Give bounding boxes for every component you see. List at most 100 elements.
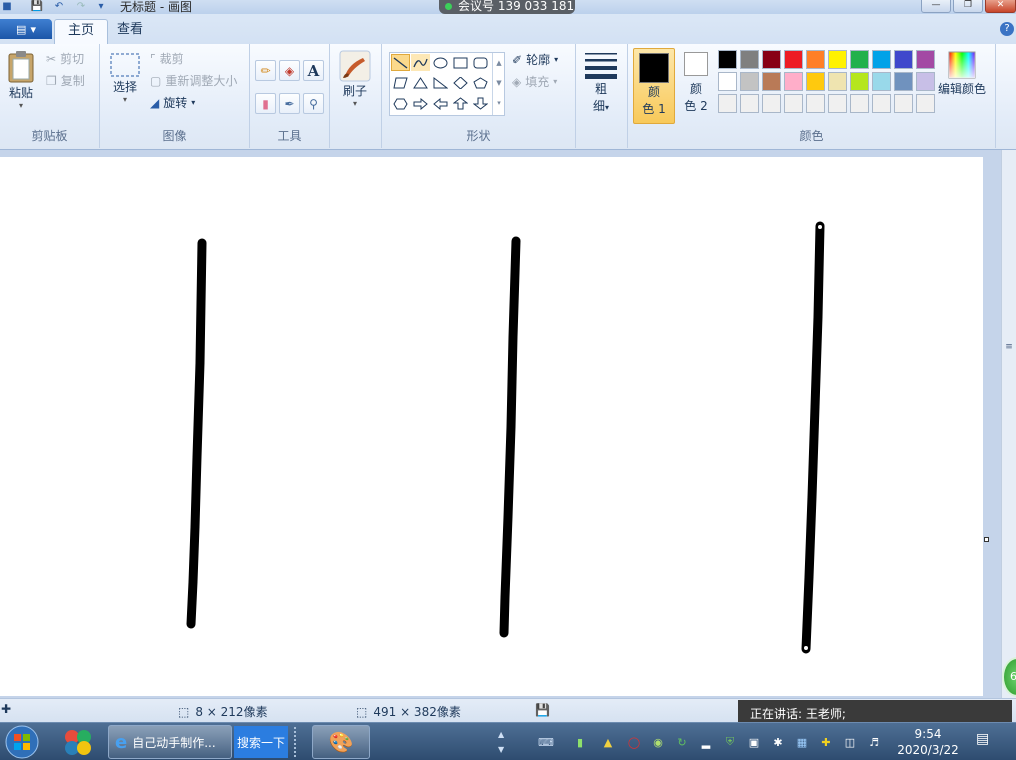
shape-curve[interactable] (411, 54, 430, 71)
app-icon[interactable]: ■ (0, 0, 14, 13)
maximize-button[interactable]: ❐ (953, 0, 983, 13)
palette-swatch[interactable] (784, 72, 803, 91)
fill-button[interactable]: ◈ 填充 ▾ (512, 73, 557, 90)
select-button[interactable]: 选择 ▾ (109, 52, 141, 104)
clock[interactable]: 9:54 2020/3/22 (893, 726, 963, 758)
palette-swatch[interactable] (718, 94, 737, 113)
size-button[interactable]: 粗 细▾ (584, 52, 618, 114)
vertical-scrollbar[interactable]: ≡ (1001, 150, 1016, 698)
palette-swatch[interactable] (740, 72, 759, 91)
crop-button[interactable]: ⌜ 裁剪 (150, 50, 184, 67)
minimize-button[interactable]: — (921, 0, 951, 13)
shield-icon[interactable]: ⛨ (722, 734, 738, 750)
rotate-button[interactable]: ◢ 旋转 ▾ (150, 94, 195, 111)
bluetooth-icon[interactable]: ✱ (770, 734, 786, 750)
network-icon[interactable]: ▦ (794, 734, 810, 750)
palette-swatch[interactable] (894, 50, 913, 69)
shape-pentagon[interactable] (471, 74, 490, 91)
palette-swatch[interactable] (850, 50, 869, 69)
palette-swatch[interactable] (828, 72, 847, 91)
fill-tool[interactable]: ◈ (279, 60, 300, 81)
shape-rounded-rectangle[interactable] (471, 54, 490, 71)
keyboard-icon[interactable]: ⌨ (538, 734, 554, 750)
palette-swatch[interactable] (762, 50, 781, 69)
cut-button[interactable]: ✂ 剪切 (46, 50, 84, 67)
taskbar-paint-window[interactable]: 🎨 (312, 725, 370, 759)
shape-down-arrow[interactable] (471, 95, 490, 112)
palette-swatch[interactable] (718, 72, 737, 91)
paint-menu-button[interactable]: ▤ ▾ (0, 19, 52, 39)
search-button[interactable]: 搜索一下 (234, 726, 288, 758)
security-icon[interactable]: ◉ (650, 734, 666, 750)
save-quick-icon[interactable]: 💾 (30, 0, 44, 13)
shape-oval[interactable] (431, 54, 450, 71)
taskbar-scroll[interactable]: ▲ ▼ (498, 727, 508, 757)
tab-view[interactable]: 查看 (104, 19, 156, 44)
shape-line[interactable] (391, 54, 410, 71)
palette-swatch[interactable] (828, 94, 847, 113)
copy-button[interactable]: ❐ 复制 (46, 72, 85, 89)
palette-swatch[interactable] (806, 94, 825, 113)
palette-swatch[interactable] (872, 50, 891, 69)
palette-swatch[interactable] (850, 72, 869, 91)
shapes-scroll[interactable]: ▲ ▼ ▾ (492, 53, 505, 115)
taskbar-ie-window[interactable]: e 自己动手制作... (108, 725, 232, 759)
palette-swatch[interactable] (916, 50, 935, 69)
record-icon[interactable]: ◯ (626, 734, 642, 750)
palette-swatch[interactable] (762, 94, 781, 113)
palette-swatch[interactable] (806, 72, 825, 91)
resize-button[interactable]: ▢ 重新调整大小 (150, 72, 237, 89)
shape-right-triangle[interactable] (431, 74, 450, 91)
eraser-tool[interactable]: ▮ (255, 93, 276, 114)
palette-swatch[interactable] (740, 94, 759, 113)
edit-colors-button[interactable]: 编辑颜色 (938, 50, 986, 97)
palette-swatch[interactable] (784, 94, 803, 113)
undo-icon[interactable]: ↶ (52, 0, 66, 13)
palette-swatch[interactable] (872, 72, 891, 91)
palette-swatch[interactable] (916, 94, 935, 113)
color-picker-tool[interactable]: ✒ (279, 93, 300, 114)
shape-polygon[interactable] (391, 74, 410, 91)
start-button[interactable] (2, 725, 42, 759)
signal-icon[interactable]: ▂ (698, 734, 714, 750)
palette-swatch[interactable] (894, 72, 913, 91)
shape-right-arrow[interactable] (411, 95, 430, 112)
shape-diamond[interactable] (451, 74, 470, 91)
palette-swatch[interactable] (872, 94, 891, 113)
close-button[interactable]: ✕ (985, 0, 1016, 13)
palette-swatch[interactable] (850, 94, 869, 113)
brush-button[interactable]: 刷子 ▾ (339, 50, 371, 108)
meeting-banner[interactable]: 会议号 139 033 181 (439, 0, 575, 14)
shape-left-arrow[interactable] (431, 95, 450, 112)
volume-icon[interactable]: ♬ (866, 734, 882, 750)
pencil-tool[interactable]: ✏ (255, 60, 276, 81)
palette-swatch[interactable] (762, 72, 781, 91)
battery-icon[interactable]: ▮ (572, 734, 588, 750)
tab-home[interactable]: 主页 (54, 19, 109, 44)
redo-icon[interactable]: ↷ (74, 0, 88, 13)
text-tool[interactable]: A (303, 60, 324, 81)
shape-hexagon[interactable] (391, 95, 410, 112)
palette-swatch[interactable] (784, 50, 803, 69)
palette-swatch[interactable] (916, 72, 935, 91)
canvas-resize-handle[interactable] (984, 537, 989, 542)
quick-access-dropdown-icon[interactable]: ▾ (94, 0, 108, 13)
stroke-endpoint-handle[interactable] (804, 646, 808, 650)
outline-button[interactable]: ✐ 轮廓 ▾ (512, 51, 558, 68)
help-icon[interactable]: ? (1000, 22, 1014, 36)
shape-rectangle[interactable] (451, 54, 470, 71)
monitor-icon[interactable]: ▣ (746, 734, 762, 750)
tray-app-icon[interactable]: ▲ (600, 734, 616, 750)
paste-button[interactable]: 粘贴 ▾ (6, 50, 36, 110)
palette-swatch[interactable] (806, 50, 825, 69)
device-icon[interactable]: ◫ (842, 734, 858, 750)
app-launcher-icon[interactable] (62, 727, 96, 757)
palette-swatch[interactable] (828, 50, 847, 69)
palette-swatch[interactable] (894, 94, 913, 113)
color1-button[interactable]: 颜 色 1 (633, 48, 675, 124)
drawing-canvas[interactable] (0, 157, 983, 696)
magnifier-tool[interactable]: ⚲ (303, 93, 324, 114)
action-center-icon[interactable]: ▤ (976, 731, 998, 753)
palette-swatch[interactable] (718, 50, 737, 69)
plus-app-icon[interactable]: ✚ (818, 734, 834, 750)
